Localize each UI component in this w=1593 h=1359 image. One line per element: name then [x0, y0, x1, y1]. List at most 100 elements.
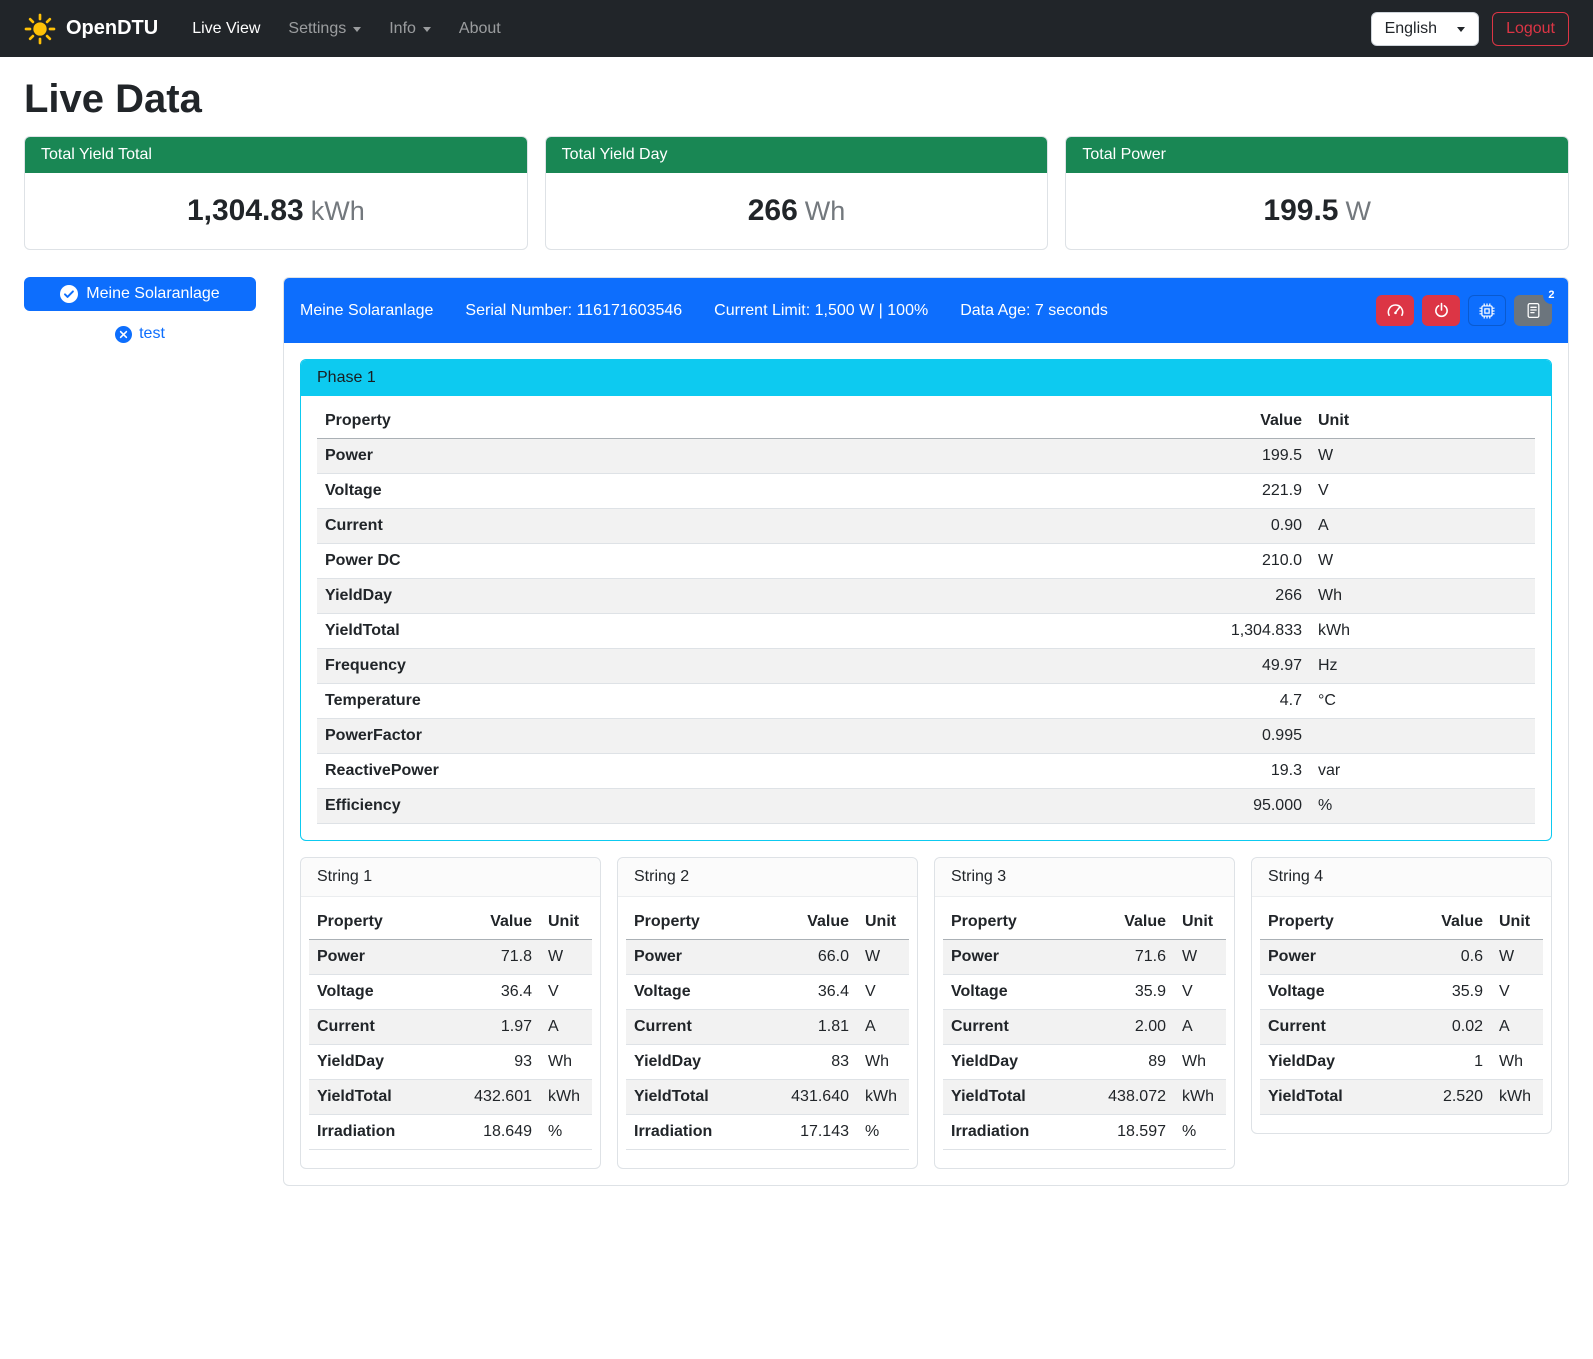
table-row: Efficiency95.000% — [317, 789, 1535, 824]
column-value: Value — [1096, 905, 1174, 940]
card-value: 1,304.83kWh — [25, 173, 527, 249]
limit-settings-button[interactable] — [1376, 295, 1414, 326]
unit-cell: kWh — [540, 1080, 592, 1115]
string-title: String 3 — [935, 858, 1234, 897]
value-cell: 17.143 — [779, 1115, 857, 1150]
phase-body: Property Value Unit Power199.5WVoltage22… — [301, 396, 1551, 840]
property-cell: Current — [317, 509, 1194, 544]
inverter-panel: Meine Solaranlage Serial Number: 1161716… — [283, 277, 1569, 1186]
table-row: Irradiation17.143% — [626, 1115, 909, 1150]
unit-cell: % — [540, 1115, 592, 1150]
value-cell: 71.8 — [462, 940, 540, 975]
speedometer-icon — [1386, 301, 1405, 320]
language-select[interactable]: English — [1371, 12, 1479, 46]
value-unit: W — [1345, 196, 1370, 226]
logout-button[interactable]: Logout — [1492, 12, 1569, 46]
brand-link[interactable]: OpenDTU — [24, 13, 158, 45]
card-value: 266Wh — [546, 173, 1048, 249]
phase-title: Phase 1 — [301, 360, 1551, 396]
property-cell: Frequency — [317, 649, 1194, 684]
inverter-panel-header: Meine Solaranlage Serial Number: 1161716… — [284, 278, 1568, 343]
property-cell: YieldTotal — [317, 614, 1194, 649]
device-info-button[interactable] — [1468, 295, 1506, 326]
column-unit: Unit — [1310, 404, 1535, 439]
x-circle-icon — [115, 326, 132, 343]
value-cell: 49.97 — [1194, 649, 1310, 684]
property-cell: Voltage — [943, 975, 1096, 1010]
value-cell: 199.5 — [1194, 439, 1310, 474]
column-property: Property — [309, 905, 462, 940]
unit-cell: kWh — [1310, 614, 1535, 649]
power-button[interactable] — [1422, 295, 1460, 326]
nav-about[interactable]: About — [445, 12, 515, 46]
value-cell: 0.02 — [1413, 1010, 1491, 1045]
property-cell: Voltage — [626, 975, 779, 1010]
unit-cell: Wh — [1491, 1045, 1543, 1080]
sidebar-item-meine-solaranlage[interactable]: Meine Solaranlage — [24, 277, 256, 311]
value-cell: 35.9 — [1413, 975, 1491, 1010]
nav-links: Live View Settings Info About — [178, 12, 515, 46]
unit-cell: V — [857, 975, 909, 1010]
string-2-table: Property Value Unit Power66.0WVoltage36.… — [626, 905, 909, 1150]
table-row: ReactivePower19.3var — [317, 754, 1535, 789]
property-cell: Temperature — [317, 684, 1194, 719]
phase-1-card: Phase 1 Property Value Unit Power199.5WV… — [300, 359, 1552, 841]
language-value: English — [1385, 20, 1437, 38]
nav-settings[interactable]: Settings — [274, 12, 375, 46]
property-cell: Current — [943, 1010, 1096, 1045]
column-property: Property — [317, 404, 1194, 439]
table-row: YieldTotal2.520kWh — [1260, 1080, 1543, 1115]
unit-cell: W — [1174, 940, 1226, 975]
property-cell: Power — [943, 940, 1096, 975]
value-cell: 0.6 — [1413, 940, 1491, 975]
column-unit: Unit — [540, 905, 592, 940]
card-value: 199.5W — [1066, 173, 1568, 249]
table-row: Power DC210.0W — [317, 544, 1535, 579]
column-unit: Unit — [1174, 905, 1226, 940]
value-cell: 36.4 — [462, 975, 540, 1010]
current-limit: Current Limit: 1,500 W | 100% — [714, 302, 928, 320]
nav-settings-label: Settings — [288, 20, 346, 38]
chevron-down-icon — [1457, 27, 1465, 32]
page-title: Live Data — [24, 77, 1569, 122]
nav-live-view[interactable]: Live View — [178, 12, 274, 46]
unit-cell: °C — [1310, 684, 1535, 719]
table-row: YieldDay83Wh — [626, 1045, 909, 1080]
event-log-button[interactable]: 2 — [1514, 295, 1552, 326]
value-cell: 210.0 — [1194, 544, 1310, 579]
unit-cell: W — [1491, 940, 1543, 975]
string-body: Property Value Unit Power71.8WVoltage36.… — [301, 897, 600, 1168]
phase-table: Property Value Unit Power199.5WVoltage22… — [317, 404, 1535, 824]
value-cell: 0.995 — [1194, 719, 1310, 754]
table-row: Current2.00A — [943, 1010, 1226, 1045]
table-header-row: Property Value Unit — [1260, 905, 1543, 940]
property-cell: PowerFactor — [317, 719, 1194, 754]
unit-cell: A — [857, 1010, 909, 1045]
unit-cell: W — [1310, 439, 1535, 474]
property-cell: Irradiation — [309, 1115, 462, 1150]
nav-info[interactable]: Info — [375, 12, 445, 46]
string-2-card: String 2 Property Value Unit — [617, 857, 918, 1169]
check-circle-icon — [60, 285, 78, 303]
property-cell: YieldDay — [309, 1045, 462, 1080]
value-cell: 431.640 — [779, 1080, 857, 1115]
column-value: Value — [1413, 905, 1491, 940]
property-cell: Irradiation — [943, 1115, 1096, 1150]
column-property: Property — [1260, 905, 1413, 940]
value-number: 1,304.83 — [187, 194, 304, 227]
main-row: Meine Solaranlage test Meine Solaranlage… — [24, 277, 1569, 1214]
property-cell: YieldTotal — [1260, 1080, 1413, 1115]
unit-cell: var — [1310, 754, 1535, 789]
value-cell: 4.7 — [1194, 684, 1310, 719]
property-cell: Voltage — [317, 474, 1194, 509]
table-row: Current1.97A — [309, 1010, 592, 1045]
table-row: Voltage35.9V — [943, 975, 1226, 1010]
table-header-row: Property Value Unit — [943, 905, 1226, 940]
string-title: String 1 — [301, 858, 600, 897]
sidebar-item-test[interactable]: test — [24, 325, 256, 343]
table-row: Voltage221.9V — [317, 474, 1535, 509]
column-property: Property — [626, 905, 779, 940]
table-row: YieldTotal432.601kWh — [309, 1080, 592, 1115]
column-property: Property — [943, 905, 1096, 940]
property-cell: YieldDay — [1260, 1045, 1413, 1080]
